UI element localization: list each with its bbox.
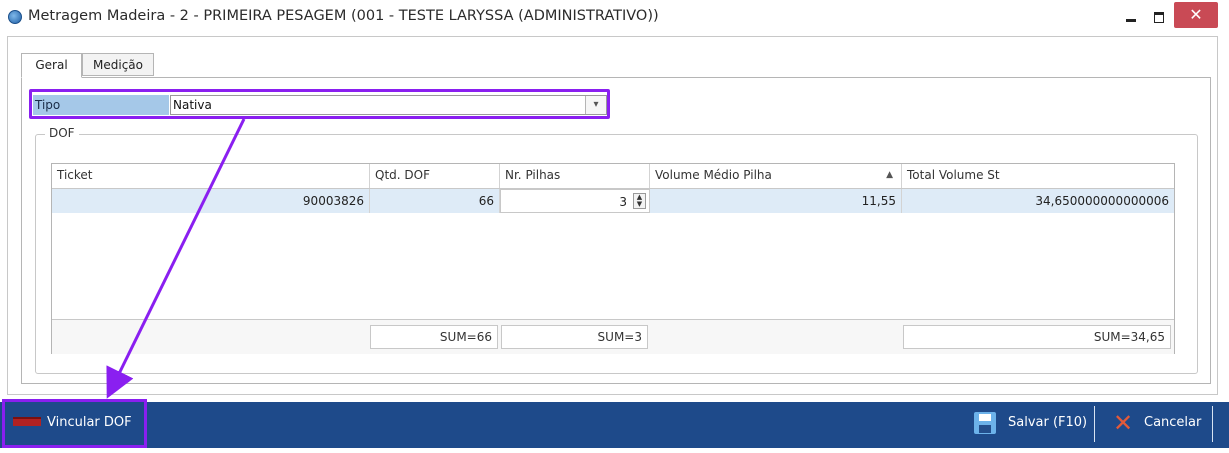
annotation-arrow (106, 118, 246, 399)
